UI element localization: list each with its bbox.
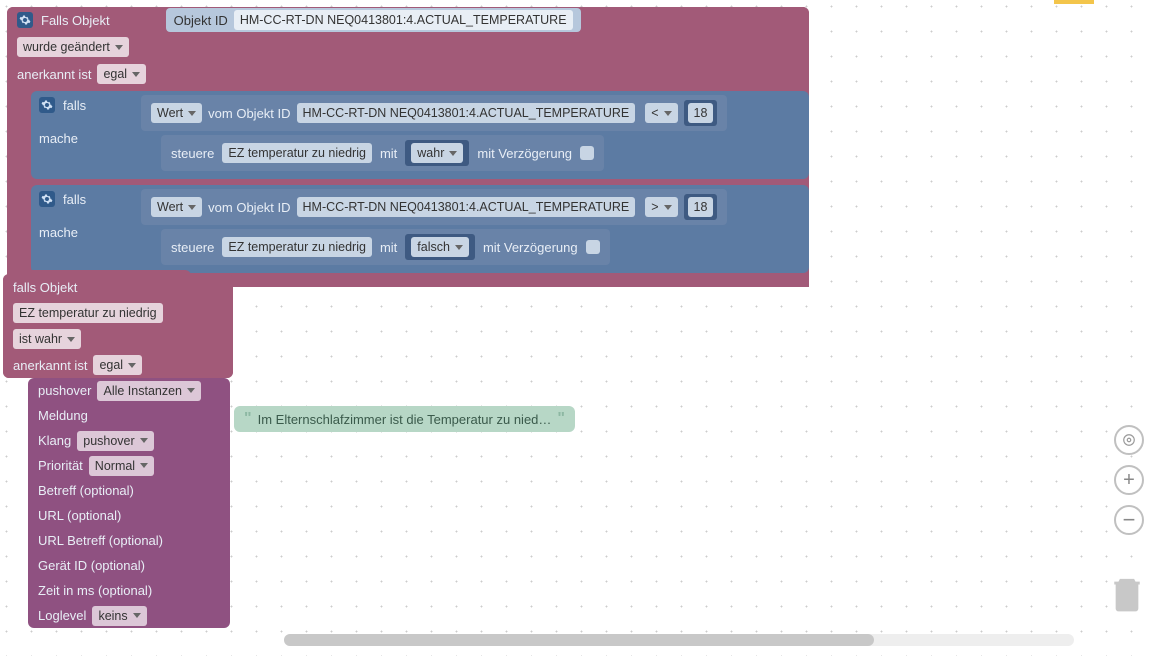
control-stmt-1[interactable]: steuere EZ temperatur zu niedrig mit wah…	[161, 135, 604, 171]
oid-value[interactable]: HM-CC-RT-DN NEQ0413801:4.ACTUAL_TEMPERAT…	[297, 103, 636, 123]
target-field[interactable]: EZ temperatur zu niedrig	[222, 143, 372, 163]
value-dropdown[interactable]: wahr	[405, 140, 469, 166]
klang-label: Klang	[38, 433, 71, 448]
prio-dropdown[interactable]: Normal	[89, 456, 154, 476]
zoom-controls: + −	[1114, 425, 1144, 535]
block-falls-objekt-2[interactable]: falls Objekt EZ temperatur zu niedrig is…	[3, 274, 233, 378]
loglevel-dropdown[interactable]: keins	[92, 606, 146, 626]
string-value: Im Elternschlafzimmer ist die Temperatur…	[258, 412, 552, 427]
betreff-label: Betreff (optional)	[38, 483, 134, 498]
istwahr-dropdown[interactable]: ist wahr	[13, 329, 81, 349]
instance-dropdown[interactable]: Alle Instanzen	[97, 381, 201, 401]
gear-icon[interactable]	[39, 191, 55, 207]
number-input[interactable]: 18	[684, 100, 718, 126]
steuere-label: steuere	[171, 146, 214, 161]
mit-label: mit	[380, 240, 397, 255]
blockly-workspace[interactable]: Falls Objekt Objekt ID HM-CC-RT-DN NEQ04…	[0, 0, 1154, 656]
target-field[interactable]: EZ temperatur zu niedrig	[222, 237, 372, 257]
klang-dropdown[interactable]: pushover	[77, 431, 153, 451]
delay-label: mit Verzögerung	[477, 146, 572, 161]
condition-2[interactable]: Wert vom Objekt ID HM-CC-RT-DN NEQ041380…	[141, 189, 727, 225]
url-label: URL (optional)	[38, 508, 121, 523]
geraet-id-label: Gerät ID (optional)	[38, 558, 145, 573]
zoom-out-button[interactable]: −	[1114, 505, 1144, 535]
prio-label: Priorität	[38, 458, 83, 473]
delay-checkbox[interactable]	[586, 240, 600, 254]
horizontal-scrollbar[interactable]	[284, 634, 1074, 646]
ack-dropdown[interactable]: egal	[97, 64, 146, 84]
num-value[interactable]: 18	[688, 103, 714, 123]
push-title: pushover	[38, 383, 91, 398]
ack-label: anerkannt ist	[13, 358, 87, 373]
num-value[interactable]: 18	[688, 197, 714, 217]
oid-value[interactable]: HM-CC-RT-DN NEQ0413801:4.ACTUAL_TEMPERAT…	[297, 197, 636, 217]
delay-checkbox[interactable]	[580, 146, 594, 160]
value-dropdown[interactable]: falsch	[405, 234, 475, 260]
wert-dropdown[interactable]: Wert	[151, 103, 202, 123]
zoom-in-button[interactable]: +	[1114, 465, 1144, 495]
condition-1[interactable]: Wert vom Objekt ID HM-CC-RT-DN NEQ041380…	[141, 95, 727, 131]
block-title: falls Objekt	[13, 280, 77, 295]
mache-label: mache	[39, 225, 133, 240]
block-if-1[interactable]: falls mache Wert vom Objekt ID HM-CC-RT-…	[31, 91, 809, 179]
delay-label: mit Verzögerung	[483, 240, 578, 255]
mit-label: mit	[380, 146, 397, 161]
falls-label: falls	[63, 192, 86, 207]
falls-label: falls	[63, 98, 86, 113]
block-title: Falls Objekt	[41, 13, 110, 28]
center-button[interactable]	[1114, 425, 1144, 455]
wert-dropdown[interactable]: Wert	[151, 197, 202, 217]
ack-dropdown[interactable]: egal	[93, 355, 142, 375]
string-block[interactable]: Im Elternschlafzimmer ist die Temperatur…	[234, 406, 575, 432]
trash-icon[interactable]	[1110, 573, 1144, 616]
vom-label: vom Objekt ID	[208, 106, 290, 121]
meldung-label: Meldung	[38, 408, 88, 423]
op-dropdown[interactable]: >	[645, 197, 677, 217]
obj-field[interactable]: EZ temperatur zu niedrig	[13, 303, 163, 323]
scrollbar-thumb[interactable]	[284, 634, 874, 646]
vom-label: vom Objekt ID	[208, 200, 290, 215]
gear-icon[interactable]	[39, 97, 55, 113]
loglevel-label: Loglevel	[38, 608, 86, 623]
url-betreff-label: URL Betreff (optional)	[38, 533, 163, 548]
val-pill[interactable]: wahr	[411, 143, 463, 163]
ack-label: anerkannt ist	[17, 67, 91, 82]
op-dropdown[interactable]: <	[645, 103, 677, 123]
block-pushover[interactable]: pushover Alle Instanzen Meldung Klang push…	[28, 378, 230, 628]
object-id-input[interactable]: Objekt ID HM-CC-RT-DN NEQ0413801:4.ACTUA…	[166, 8, 581, 32]
zeit-label: Zeit in ms (optional)	[38, 583, 152, 598]
tab-hint	[1054, 0, 1094, 4]
block-falls-objekt[interactable]: Falls Objekt Objekt ID HM-CC-RT-DN NEQ04…	[7, 7, 809, 287]
gear-icon[interactable]	[17, 12, 33, 28]
object-id-label: Objekt ID	[174, 13, 228, 28]
object-id-value[interactable]: HM-CC-RT-DN NEQ0413801:4.ACTUAL_TEMPERAT…	[234, 10, 573, 30]
block-if-2[interactable]: falls mache Wert vom Objekt ID HM-CC-RT-…	[31, 185, 809, 273]
control-stmt-2[interactable]: steuere EZ temperatur zu niedrig mit fal…	[161, 229, 610, 265]
number-input[interactable]: 18	[684, 194, 718, 220]
steuere-label: steuere	[171, 240, 214, 255]
val-pill[interactable]: falsch	[411, 237, 469, 257]
changed-dropdown[interactable]: wurde geändert	[17, 37, 129, 57]
mache-label: mache	[39, 131, 133, 146]
